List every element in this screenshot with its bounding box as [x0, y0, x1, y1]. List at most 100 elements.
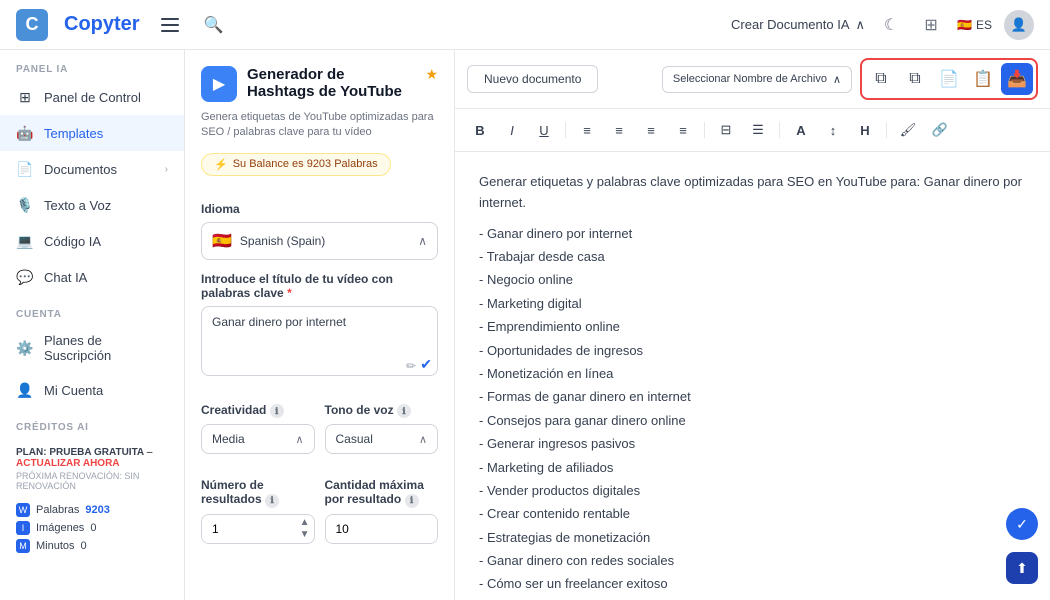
edit-icon: ✏	[406, 359, 416, 373]
minutos-icon: M	[16, 539, 30, 553]
creatividad-select[interactable]: Media ∧	[201, 424, 315, 454]
unordered-list-button[interactable]: ☰	[745, 117, 771, 143]
user-avatar[interactable]: 👤	[1004, 10, 1034, 40]
doc-button-2[interactable]: 📋	[967, 63, 999, 95]
list-item: - Vender productos digitales	[479, 479, 1026, 502]
content-intro: Generar etiquetas y palabras clave optim…	[479, 172, 1026, 214]
tono-select[interactable]: Casual ∧	[325, 424, 439, 454]
creatividad-value: Media	[212, 432, 245, 446]
imagenes-value: 0	[90, 522, 96, 534]
planes-icon: ⚙️	[16, 339, 34, 357]
editor-panel: Nuevo documento Seleccionar Nombre de Ar…	[455, 50, 1050, 600]
sidebar-label-chat-ia: Chat IA	[44, 270, 168, 285]
toolbar-divider-3	[779, 122, 780, 138]
font-size-button[interactable]: A	[788, 117, 814, 143]
credit-minutos: M Minutos 0	[0, 537, 184, 555]
star-icon[interactable]: ★	[425, 66, 438, 83]
creatividad-label: Creatividad ℹ	[201, 403, 315, 419]
align-left-button[interactable]: ≡	[574, 117, 600, 143]
underline-button[interactable]: U	[531, 117, 557, 143]
download-button[interactable]: 📥	[1001, 63, 1033, 95]
list-item: - Estrategias de monetización	[479, 526, 1026, 549]
hamburger-menu[interactable]	[156, 11, 184, 39]
num-resultados-col: Número de resultados ℹ ▲ ▼	[201, 466, 315, 544]
creatividad-info-icon[interactable]: ℹ	[270, 404, 284, 418]
line-height-button[interactable]: ↕	[820, 117, 846, 143]
templates-icon: 🤖	[16, 124, 34, 142]
header-right: Crear Documento IA ∧ ☾ ⊞ 🇪🇸 ES 👤	[731, 10, 1034, 40]
tono-col: Tono de voz ℹ Casual ∧	[325, 391, 439, 455]
fab-up-button[interactable]: ⬆	[1006, 552, 1038, 584]
idioma-label: Idioma	[201, 202, 438, 216]
editor-content[interactable]: Generar etiquetas y palabras clave optim…	[455, 152, 1050, 600]
sidebar-item-planes[interactable]: ⚙️ Planes de Suscripción	[0, 324, 184, 372]
toolbar-divider-4	[886, 122, 887, 138]
num-resultados-info-icon[interactable]: ℹ	[265, 494, 279, 508]
cantidad-label: Cantidad máxima por resultado ℹ	[325, 478, 439, 508]
tool-panel: ▶ Generador de Hashtags de YouTube ★ Gen…	[185, 50, 455, 600]
sidebar-label-mi-cuenta: Mi Cuenta	[44, 383, 168, 398]
ordered-list-button[interactable]: ⊟	[713, 117, 739, 143]
num-resultados-down[interactable]: ▼	[300, 529, 310, 541]
num-resultados-up[interactable]: ▲	[300, 517, 310, 529]
cantidad-input[interactable]	[326, 515, 438, 543]
plan-renewal-text: PRÓXIMA RENOVACIÓN: SIN RENOVACIÓN	[16, 471, 168, 491]
file-selector[interactable]: Seleccionar Nombre de Archivo ∧	[662, 66, 852, 93]
align-right-button[interactable]: ≡	[638, 117, 664, 143]
cuenta-label: CUENTA	[0, 295, 184, 324]
content-area: ▶ Generador de Hashtags de YouTube ★ Gen…	[185, 50, 1050, 600]
new-document-tab[interactable]: Nuevo documento	[467, 65, 598, 93]
dark-mode-button[interactable]: ☾	[877, 11, 905, 39]
language-selector[interactable]: 🇪🇸 ES	[957, 18, 992, 32]
sidebar-item-codigo-ia[interactable]: 💻 Código IA	[0, 223, 184, 259]
sidebar-item-documentos[interactable]: 📄 Documentos ›	[0, 151, 184, 187]
align-justify-button[interactable]: ≡	[670, 117, 696, 143]
sidebar-label-panel-control: Panel de Control	[44, 90, 168, 105]
app-name: Copyter	[64, 13, 140, 36]
titulo-input[interactable]	[201, 306, 438, 376]
sidebar-label-documentos: Documentos	[44, 162, 155, 177]
sidebar-item-templates[interactable]: 🤖 Templates	[0, 115, 184, 151]
grid-button[interactable]: ⊞	[917, 11, 945, 39]
brush-button[interactable]: 🖌	[895, 117, 921, 143]
imagenes-icon: I	[16, 521, 30, 535]
plan-upgrade-button[interactable]: ACTUALIZAR AHORA	[16, 458, 120, 469]
heading-button[interactable]: H	[852, 117, 878, 143]
copy-doc-button-1[interactable]: ⧉	[865, 63, 897, 95]
list-item: - Generar ingresos pasivos	[479, 432, 1026, 455]
chevron-up-icon: ∧	[856, 17, 866, 33]
cantidad-col: Cantidad máxima por resultado ℹ	[325, 466, 439, 544]
grid-icon: ⊞	[16, 88, 34, 106]
minutos-value: 0	[81, 540, 87, 552]
search-button[interactable]: 🔍	[200, 11, 228, 39]
credit-imagenes: I Imágenes 0	[0, 519, 184, 537]
cantidad-info-icon[interactable]: ℹ	[405, 494, 419, 508]
idioma-select[interactable]: 🇪🇸 Spanish (Spain) ∧	[201, 222, 438, 260]
editor-top-bar: Nuevo documento Seleccionar Nombre de Ar…	[455, 50, 1050, 109]
sidebar-item-chat-ia[interactable]: 💬 Chat IA	[0, 259, 184, 295]
flag-icon: 🇪🇸	[957, 18, 972, 32]
titulo-input-wrap: ✔ ✏	[201, 306, 438, 379]
search-icon: 🔍	[204, 15, 224, 35]
sidebar-label-texto-a-voz: Texto a Voz	[44, 198, 168, 213]
italic-button[interactable]: I	[499, 117, 525, 143]
balance-badge: ⚡ Su Balance es 9203 Palabras	[201, 153, 391, 176]
crear-documento-button[interactable]: Crear Documento IA ∧	[731, 17, 865, 33]
idioma-flag: 🇪🇸	[212, 231, 232, 251]
bold-button[interactable]: B	[467, 117, 493, 143]
num-resultados-input[interactable]	[202, 515, 296, 543]
sidebar-item-panel-control[interactable]: ⊞ Panel de Control	[0, 79, 184, 115]
copy-doc-button-2[interactable]: ⧉	[899, 63, 931, 95]
sidebar-item-texto-a-voz[interactable]: 🎙️ Texto a Voz	[0, 187, 184, 223]
fab-check-button[interactable]: ✓	[1006, 508, 1038, 540]
tono-info-icon[interactable]: ℹ	[397, 404, 411, 418]
tool-title: Generador de Hashtags de YouTube	[247, 66, 415, 100]
moon-icon: ☾	[884, 15, 898, 35]
lightning-icon: ⚡	[214, 158, 228, 171]
toolbar-divider-2	[704, 122, 705, 138]
sidebar-item-mi-cuenta[interactable]: 👤 Mi Cuenta	[0, 372, 184, 408]
align-center-button[interactable]: ≡	[606, 117, 632, 143]
link-button[interactable]: 🔗	[927, 117, 953, 143]
toolbar-divider-1	[565, 122, 566, 138]
doc-button-1[interactable]: 📄	[933, 63, 965, 95]
